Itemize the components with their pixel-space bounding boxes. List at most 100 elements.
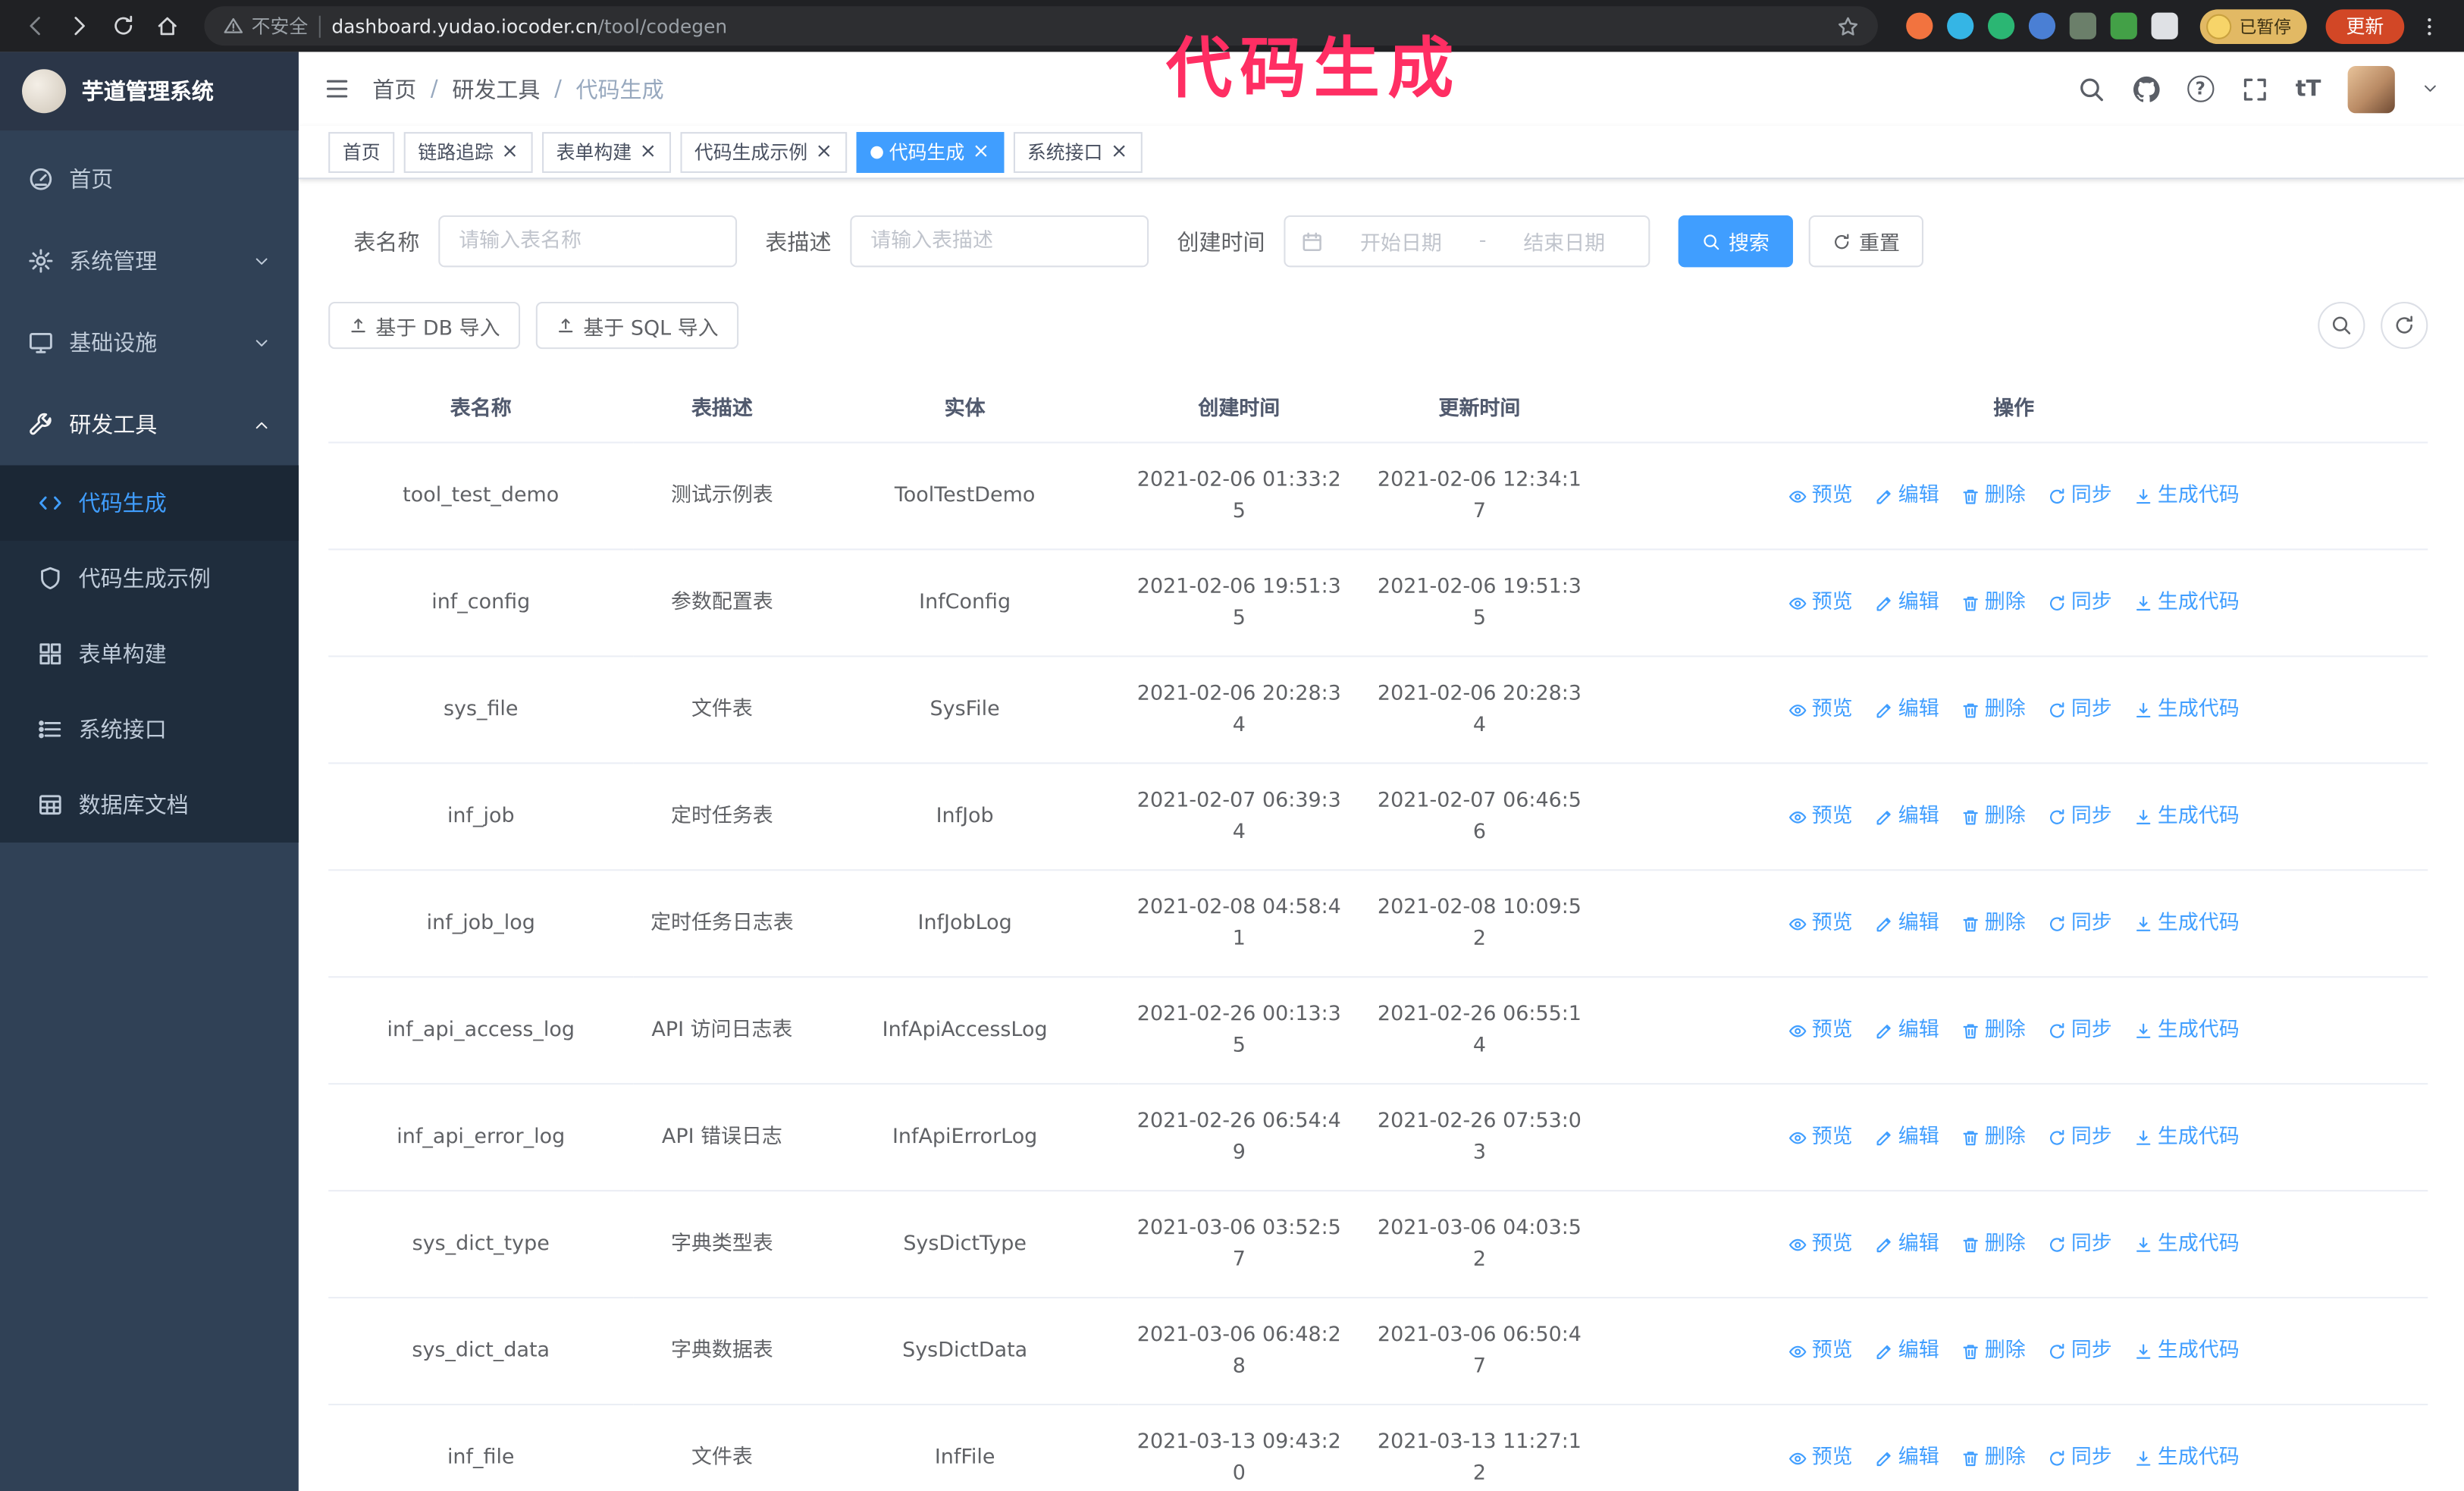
op-sync-link[interactable]: 同步 [2048, 1229, 2112, 1259]
sidebar-item-home[interactable]: 首页 [0, 138, 299, 220]
op-delete-link[interactable]: 删除 [1961, 481, 2026, 511]
op-edit-link[interactable]: 编辑 [1875, 1015, 1939, 1045]
op-generate-link[interactable]: 生成代码 [2134, 1229, 2240, 1259]
browser-update-button[interactable]: 更新 [2325, 8, 2405, 43]
op-delete-link[interactable]: 删除 [1961, 1122, 2026, 1152]
refresh-table-button[interactable] [2381, 301, 2428, 350]
op-sync-link[interactable]: 同步 [2048, 588, 2112, 618]
profile-paused-badge[interactable]: 已暂停 [2199, 8, 2307, 43]
extension-icon[interactable] [1947, 12, 1974, 39]
op-edit-link[interactable]: 编辑 [1875, 909, 1939, 939]
op-generate-link[interactable]: 生成代码 [2134, 802, 2240, 832]
op-edit-link[interactable]: 编辑 [1875, 1122, 1939, 1152]
tab[interactable]: 代码生成 × [856, 131, 1004, 172]
op-edit-link[interactable]: 编辑 [1875, 1336, 1939, 1366]
close-icon[interactable]: × [973, 142, 990, 162]
op-edit-link[interactable]: 编辑 [1875, 588, 1939, 618]
browser-menu-icon[interactable] [2411, 7, 2449, 45]
op-edit-link[interactable]: 编辑 [1875, 1442, 1939, 1473]
forward-icon[interactable] [60, 7, 98, 45]
reset-button[interactable]: 重置 [1808, 215, 1924, 268]
op-sync-link[interactable]: 同步 [2048, 1015, 2112, 1045]
reload-icon[interactable] [104, 7, 142, 45]
import-sql-button[interactable]: 基于 SQL 导入 [536, 301, 739, 350]
sidebar-item-infra[interactable]: 基础设施 [0, 302, 299, 384]
op-sync-link[interactable]: 同步 [2048, 802, 2112, 832]
op-sync-link[interactable]: 同步 [2048, 695, 2112, 725]
sidebar-subitem-codegen-example[interactable]: 代码生成示例 [0, 541, 299, 616]
op-generate-link[interactable]: 生成代码 [2134, 588, 2240, 618]
extension-icon[interactable] [2069, 12, 2096, 39]
fullscreen-icon[interactable] [2240, 74, 2268, 102]
sidebar-subitem-db-doc[interactable]: 数据库文档 [0, 767, 299, 842]
op-preview-link[interactable]: 预览 [1788, 1442, 1853, 1473]
op-delete-link[interactable]: 删除 [1961, 588, 2026, 618]
op-delete-link[interactable]: 删除 [1961, 1442, 2026, 1473]
search-icon[interactable] [2077, 74, 2105, 102]
sidebar-item-devtools[interactable]: 研发工具 [0, 384, 299, 466]
extension-icon[interactable] [1906, 12, 1933, 39]
op-preview-link[interactable]: 预览 [1788, 1015, 1853, 1045]
table-name-input[interactable] [438, 215, 738, 268]
op-generate-link[interactable]: 生成代码 [2134, 909, 2240, 939]
op-sync-link[interactable]: 同步 [2048, 1336, 2112, 1366]
op-preview-link[interactable]: 预览 [1788, 1336, 1853, 1366]
extension-icon[interactable] [2151, 12, 2178, 39]
table-desc-input[interactable] [850, 215, 1149, 268]
op-preview-link[interactable]: 预览 [1788, 802, 1853, 832]
op-sync-link[interactable]: 同步 [2048, 1122, 2112, 1152]
chevron-down-icon[interactable] [2422, 80, 2439, 98]
close-icon[interactable]: × [815, 142, 832, 162]
op-preview-link[interactable]: 预览 [1788, 588, 1853, 618]
breadcrumb-item[interactable]: 研发工具 [452, 73, 540, 104]
tab[interactable]: 代码生成示例 × [680, 131, 847, 172]
op-delete-link[interactable]: 删除 [1961, 1229, 2026, 1259]
op-preview-link[interactable]: 预览 [1788, 1229, 1853, 1259]
op-edit-link[interactable]: 编辑 [1875, 802, 1939, 832]
op-sync-link[interactable]: 同步 [2048, 1442, 2112, 1473]
op-edit-link[interactable]: 编辑 [1875, 1229, 1939, 1259]
sidebar-subitem-api[interactable]: 系统接口 [0, 692, 299, 767]
op-generate-link[interactable]: 生成代码 [2134, 1015, 2240, 1045]
op-generate-link[interactable]: 生成代码 [2134, 1336, 2240, 1366]
close-icon[interactable]: × [501, 142, 519, 162]
op-delete-link[interactable]: 删除 [1961, 802, 2026, 832]
github-icon[interactable] [2132, 74, 2160, 102]
back-icon[interactable] [16, 7, 54, 45]
op-preview-link[interactable]: 预览 [1788, 1122, 1853, 1152]
toggle-search-button[interactable] [2318, 301, 2365, 350]
bookmark-star-icon[interactable] [1837, 15, 1859, 37]
op-delete-link[interactable]: 删除 [1961, 909, 2026, 939]
close-icon[interactable]: × [639, 142, 657, 162]
op-generate-link[interactable]: 生成代码 [2134, 1122, 2240, 1152]
op-edit-link[interactable]: 编辑 [1875, 695, 1939, 725]
op-delete-link[interactable]: 删除 [1961, 1015, 2026, 1045]
security-indicator[interactable]: 不安全 [223, 13, 308, 39]
tab[interactable]: 表单构建 × [541, 131, 671, 172]
breadcrumb-item[interactable]: 首页 [372, 73, 416, 104]
extension-icon[interactable] [2110, 12, 2137, 39]
op-sync-link[interactable]: 同步 [2048, 909, 2112, 939]
op-generate-link[interactable]: 生成代码 [2134, 481, 2240, 511]
tab[interactable]: 首页 [328, 131, 395, 172]
sidebar-item-system[interactable]: 系统管理 [0, 220, 299, 302]
op-delete-link[interactable]: 删除 [1961, 695, 2026, 725]
import-db-button[interactable]: 基于 DB 导入 [328, 301, 521, 350]
hamburger-icon[interactable] [324, 75, 350, 102]
op-preview-link[interactable]: 预览 [1788, 481, 1853, 511]
font-size-icon[interactable]: tT [2296, 77, 2321, 102]
op-edit-link[interactable]: 编辑 [1875, 481, 1939, 511]
tab[interactable]: 链路追踪 × [403, 131, 533, 172]
op-generate-link[interactable]: 生成代码 [2134, 1442, 2240, 1473]
close-icon[interactable]: × [1111, 142, 1128, 162]
sidebar-subitem-form-builder[interactable]: 表单构建 [0, 617, 299, 692]
op-delete-link[interactable]: 删除 [1961, 1336, 2026, 1366]
extension-icon[interactable] [2028, 12, 2056, 39]
date-range-picker[interactable]: 开始日期 - 结束日期 [1284, 215, 1651, 268]
tab[interactable]: 系统接口 × [1013, 131, 1143, 172]
address-bar[interactable]: 不安全 dashboard.yudao.iocoder.cn/tool/code… [204, 6, 1878, 46]
search-button[interactable]: 搜索 [1678, 215, 1793, 268]
user-avatar[interactable] [2347, 65, 2395, 113]
op-generate-link[interactable]: 生成代码 [2134, 695, 2240, 725]
browser-home-icon[interactable] [148, 7, 186, 45]
